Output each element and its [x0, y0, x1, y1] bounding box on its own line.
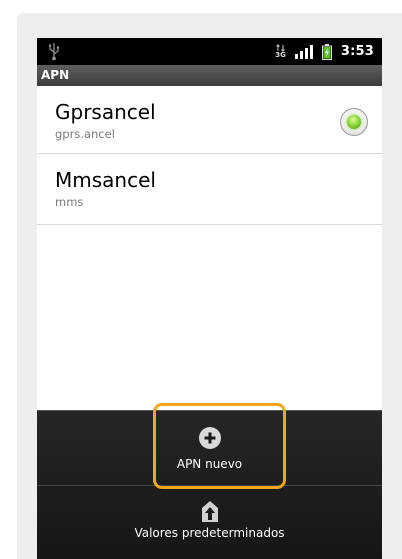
options-menu: APN nuevo Valores predeterminados: [37, 410, 382, 559]
network-type-label: 3G: [275, 51, 286, 59]
reset-icon: [201, 501, 218, 522]
status-icons: 3G 3:53: [275, 38, 374, 65]
apn-radio-selected[interactable]: [340, 108, 368, 136]
apn-list-item[interactable]: Gprsancel gprs.ancel: [37, 86, 382, 154]
apn-list-item[interactable]: Mmsancel mms: [37, 154, 382, 225]
apn-address: mms: [55, 195, 84, 209]
apn-list: Gprsancel gprs.ancel Mmsancel mms: [37, 86, 382, 225]
page-title: APN: [37, 65, 382, 86]
signal-icon: [294, 44, 313, 59]
new-apn-label: APN nuevo: [176, 457, 243, 471]
network-3g-icon: 3G: [275, 44, 286, 59]
status-time: 3:53: [340, 44, 374, 59]
reset-defaults-label: Valores predeterminados: [134, 526, 285, 540]
usb-icon: [49, 43, 60, 61]
battery-icon: [321, 43, 332, 60]
apn-name: Gprsancel: [55, 100, 156, 124]
add-icon: [198, 427, 221, 449]
phone-screen: 3G 3:53 APN Gprsancel gprs.ancel Mmsance…: [37, 38, 382, 559]
radio-dot-icon: [347, 115, 361, 129]
apn-address: gprs.ancel: [55, 127, 115, 141]
status-bar: 3G 3:53: [37, 38, 382, 65]
apn-name: Mmsancel: [55, 168, 156, 192]
new-apn-button[interactable]: APN nuevo: [37, 411, 382, 485]
reset-defaults-button[interactable]: Valores predeterminados: [37, 485, 382, 559]
